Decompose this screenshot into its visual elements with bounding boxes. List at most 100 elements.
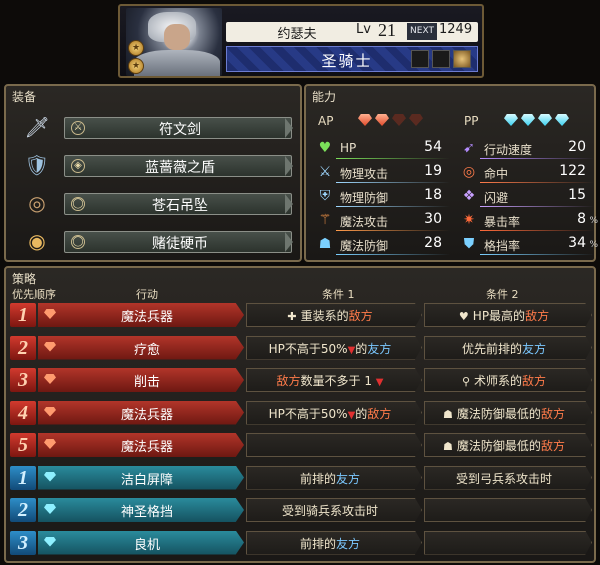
- equipment-row[interactable]: 🛡 ◈ 蓝蔷薇之盾: [20, 146, 298, 184]
- stat-value: 28: [424, 235, 442, 251]
- gem-icon: [504, 114, 518, 126]
- condition-text: 受到骑兵系攻击时: [251, 502, 409, 519]
- class-bar: 圣骑士: [226, 46, 478, 72]
- chevron-right-icon: [285, 232, 293, 252]
- equipment-row[interactable]: ◉ ◯ 赌徒硬币: [20, 222, 298, 260]
- stat-name: HP: [340, 141, 357, 155]
- equipment-slot-button[interactable]: ◯ 赌徒硬币: [64, 231, 293, 253]
- tactic-row[interactable]: 5 魔法兵器 ☗ 魔法防御最低的敌方: [10, 432, 594, 458]
- equipment-name: 赌徒硬币: [152, 236, 208, 252]
- stat-value: 15: [568, 187, 586, 203]
- dropdown-arrow-icon: ▼: [375, 377, 384, 388]
- condition-icon: ☗: [443, 407, 453, 421]
- condition-text: 受到弓兵系攻击时: [429, 470, 579, 487]
- action-button[interactable]: 魔法兵器: [38, 433, 244, 457]
- condition1-button[interactable]: 受到骑兵系攻击时: [246, 498, 422, 522]
- action-button[interactable]: 洁白屏障: [38, 465, 244, 490]
- character-name: 约瑟夫: [277, 27, 317, 42]
- level-value: 21: [378, 20, 396, 40]
- condition-text: ✚ 重装系的敌方: [251, 307, 409, 324]
- action-button[interactable]: 良机: [38, 530, 244, 555]
- stat-percent: %: [589, 240, 598, 250]
- character-portrait: ★ ★: [126, 8, 222, 76]
- stat-row: ♥ HP 54: [314, 138, 454, 160]
- priority-header: 优先顺序: [12, 288, 56, 301]
- tactic-row[interactable]: 1 洁白屏障 前排的友方 受到弓兵系攻击时: [10, 465, 594, 491]
- condition2-button[interactable]: ☗ 魔法防御最低的敌方: [424, 400, 592, 425]
- priority-number[interactable]: 2: [10, 335, 36, 360]
- action-button[interactable]: 疗愈: [38, 335, 244, 360]
- stat-underline: [336, 158, 450, 159]
- priority-number[interactable]: 3: [10, 530, 36, 555]
- shield-icon: 🛡: [24, 153, 50, 177]
- condition1-button[interactable]: HP不高于50%▼的敌方: [246, 400, 422, 425]
- horse-emblem-icon: [453, 50, 471, 68]
- condition2-button[interactable]: ☗ 魔法防御最低的敌方: [424, 433, 592, 457]
- action-name: 魔法兵器: [120, 310, 173, 325]
- action-name: 魔法兵器: [120, 407, 173, 423]
- condition-fragment: 的: [355, 341, 368, 356]
- action-name: 疗愈: [133, 342, 160, 358]
- stat-row: ❖ 闪避 15: [458, 186, 598, 208]
- condition-text: HP不高于50%▼的友方: [251, 340, 409, 357]
- condition1-button[interactable]: [246, 433, 422, 457]
- tactic-row[interactable]: 3 良机 前排的友方: [10, 530, 594, 556]
- gem-icon: [521, 114, 535, 126]
- stat-value: 54: [424, 139, 442, 155]
- empty-slot-icon: [411, 50, 429, 68]
- stat-percent: %: [589, 216, 598, 226]
- tactic-row[interactable]: 1 魔法兵器 ✚ 重装系的敌方 ♥ HP最高的敌方: [10, 302, 594, 328]
- abilities-panel: 能力 AP PP ♥ HP 54 ⚔ 物理攻击 19 ⛨ 物理防御 18 ⚚ 魔法攻击 30 ☗ 魔法防御…: [304, 84, 598, 262]
- sword-icon: 🗡: [24, 115, 50, 139]
- condition-fragment: 敌方: [522, 374, 547, 388]
- class-slots: [411, 50, 471, 68]
- condition1-button[interactable]: ✚ 重装系的敌方: [246, 303, 422, 327]
- equip-type-icon: ◈: [71, 159, 85, 173]
- equipment-slot-button[interactable]: ⚔ 符文剑: [64, 117, 293, 139]
- armor-icon: ⛨: [319, 188, 331, 204]
- priority-number[interactable]: 2: [10, 498, 36, 522]
- condition-fragment: 前排的: [299, 471, 336, 486]
- condition-icon: ☗: [443, 440, 453, 453]
- action-button[interactable]: 魔法兵器: [38, 303, 244, 327]
- condition2-button[interactable]: 优先前排的友方: [424, 335, 592, 360]
- priority-number[interactable]: 4: [10, 400, 36, 425]
- gem-icon: [44, 309, 56, 319]
- equipment-row[interactable]: 🗡 ⚔ 符文剑: [20, 108, 298, 146]
- tactic-row[interactable]: 4 魔法兵器 HP不高于50%▼的敌方 ☗ 魔法防御最低的敌方: [10, 400, 594, 426]
- tactic-row[interactable]: 3 削击 敌方数量不多于 1 ▼ ⚲ 术师系的敌方: [10, 367, 594, 393]
- priority-number[interactable]: 3: [10, 368, 36, 392]
- condition1-button[interactable]: 前排的友方: [246, 530, 422, 555]
- priority-number[interactable]: 1: [10, 303, 36, 327]
- pendant-icon: ◎: [28, 191, 46, 215]
- condition2-button[interactable]: ⚲ 术师系的敌方: [424, 368, 592, 392]
- stat-row: ➹ 行动速度 20: [458, 138, 598, 160]
- equipment-title: 装备: [12, 90, 37, 104]
- rank-medal-icon: ★: [128, 58, 144, 74]
- condition1-button[interactable]: HP不高于50%▼的友方: [246, 335, 422, 360]
- condition2-button[interactable]: [424, 498, 592, 522]
- condition1-button[interactable]: 敌方数量不多于 1 ▼: [246, 368, 422, 392]
- action-name: 魔法兵器: [120, 440, 173, 455]
- equipment-slot-button[interactable]: ◈ 蓝蔷薇之盾: [64, 155, 293, 177]
- name-bar: 约瑟夫 Lv 21 NEXT 1249: [226, 20, 478, 42]
- action-button[interactable]: 魔法兵器: [38, 400, 244, 425]
- action-header: 行动: [136, 288, 158, 301]
- priority-number[interactable]: 1: [10, 465, 36, 490]
- condition2-button[interactable]: ♥ HP最高的敌方: [424, 303, 592, 327]
- condition-fragment: 敌方: [276, 374, 301, 388]
- condition2-button[interactable]: 受到弓兵系攻击时: [424, 465, 592, 490]
- action-button[interactable]: 神圣格挡: [38, 498, 244, 522]
- condition-fragment: 受到骑兵系攻击时: [281, 504, 378, 518]
- condition-text: HP不高于50%▼的敌方: [251, 405, 409, 422]
- level-label: Lv: [356, 22, 371, 37]
- action-name: 神圣格挡: [120, 505, 173, 520]
- equipment-row[interactable]: ◎ ◯ 苍石吊坠: [20, 184, 298, 222]
- priority-number[interactable]: 5: [10, 433, 36, 457]
- action-button[interactable]: 削击: [38, 368, 244, 392]
- tactic-row[interactable]: 2 疗愈 HP不高于50%▼的友方 优先前排的友方: [10, 335, 594, 361]
- condition2-button[interactable]: [424, 530, 592, 555]
- condition1-button[interactable]: 前排的友方: [246, 465, 422, 490]
- equipment-slot-button[interactable]: ◯ 苍石吊坠: [64, 193, 293, 215]
- tactic-row[interactable]: 2 神圣格挡 受到骑兵系攻击时: [10, 497, 594, 523]
